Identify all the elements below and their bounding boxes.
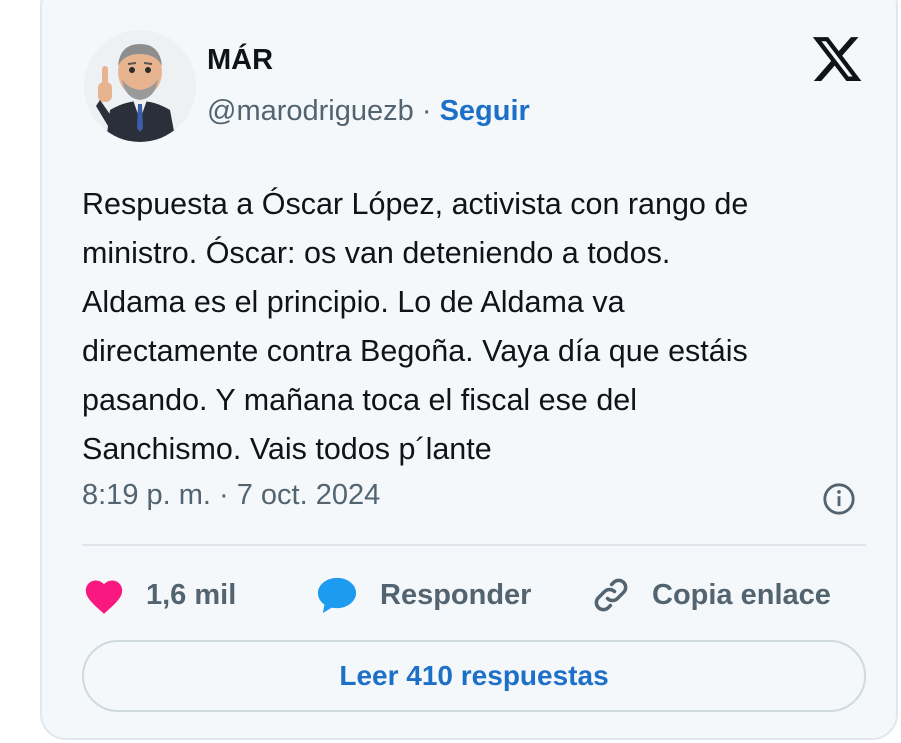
display-name[interactable]: MÁR xyxy=(207,44,273,77)
avatar[interactable] xyxy=(84,30,196,142)
x-logo-icon[interactable] xyxy=(810,32,864,86)
link-icon xyxy=(594,578,628,612)
read-replies-button[interactable]: Leer 410 respuestas xyxy=(82,640,866,712)
info-icon[interactable] xyxy=(822,482,856,516)
reply-button[interactable]: Responder xyxy=(314,570,531,620)
divider xyxy=(82,544,866,546)
copy-link-button[interactable]: Copia enlace xyxy=(590,570,831,620)
follow-button[interactable]: Seguir xyxy=(440,95,530,127)
separator: · xyxy=(421,95,432,127)
handle-row: @marodriguezb · Seguir xyxy=(207,95,530,128)
tweet-text: Respuesta a Óscar López, activista con r… xyxy=(82,187,749,466)
speech-bubble-icon xyxy=(317,577,357,614)
copy-link-label: Copia enlace xyxy=(652,578,831,611)
action-bar: 1,6 mil Responder Copia enlace xyxy=(82,570,872,620)
reply-label: Responder xyxy=(380,578,532,611)
like-button[interactable]: 1,6 mil xyxy=(82,570,236,620)
timestamp[interactable]: 8:19 p. m. · 7 oct. 2024 xyxy=(82,479,380,512)
like-count: 1,6 mil xyxy=(146,578,237,611)
handle[interactable]: @marodriguezb xyxy=(207,95,414,127)
heart-icon xyxy=(85,580,123,614)
tweet-card: MÁR @marodriguezb · Seguir Respuesta a Ó… xyxy=(40,0,898,740)
